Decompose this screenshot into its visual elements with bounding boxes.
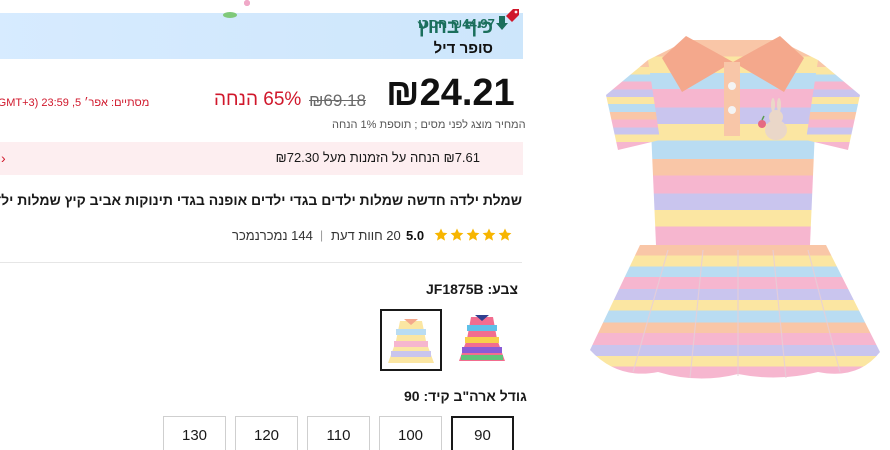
rating-score: 5.0 bbox=[406, 228, 425, 243]
product-page: כיף בחוץ סופר דיל ₪44.97 חסכו ₪24.21 ₪69… bbox=[0, 0, 890, 450]
star-icon bbox=[434, 228, 448, 241]
leaf-icon bbox=[223, 12, 237, 18]
star-icon bbox=[482, 228, 496, 241]
current-price: ₪24.21 bbox=[386, 72, 515, 114]
star-icon bbox=[466, 228, 480, 241]
discount-label: 65% הנחה bbox=[214, 89, 302, 110]
original-price: ₪69.18 bbox=[309, 91, 366, 110]
product-title: שמלת ילדה חדשה שמלות ילדים בגדי ילדים או… bbox=[0, 192, 522, 208]
size-option-100[interactable]: 100 bbox=[379, 416, 442, 450]
size-option-110[interactable]: 110 bbox=[307, 416, 370, 450]
coupon-text: ₪7.61 הנחה על הזמנות מעל ₪72.30 bbox=[275, 150, 480, 165]
chevron-left-icon[interactable]: ‹ bbox=[1, 150, 6, 166]
size-label: גודל ארה"ב קיד: 90 bbox=[404, 388, 527, 404]
reviews-link[interactable]: 20 חוות דעת bbox=[331, 228, 401, 243]
size-option-130[interactable]: 130 bbox=[163, 416, 226, 450]
coupon-bar[interactable]: ₪7.61 הנחה על הזמנות מעל ₪72.30 ‹ bbox=[0, 142, 523, 175]
rating-stars[interactable] bbox=[434, 228, 512, 242]
deal-timer: מסתיים: אפר׳ 5, 23:59 (GMT+3) bbox=[0, 97, 150, 109]
tag-icon bbox=[506, 9, 519, 22]
banner-subtitle: סופר דיל bbox=[433, 40, 493, 57]
color-swatch-option[interactable] bbox=[453, 309, 515, 371]
sparkle-icon bbox=[244, 0, 250, 6]
size-option-90[interactable]: 90 bbox=[451, 416, 514, 450]
star-icon bbox=[450, 228, 464, 241]
rating-separator: | bbox=[320, 228, 324, 242]
color-swatch-selected[interactable] bbox=[380, 309, 442, 371]
size-option-120[interactable]: 120 bbox=[235, 416, 298, 450]
price-note: המחיר מוצג לפני מסים ; תוספת 1% הנחה bbox=[332, 119, 526, 131]
divider bbox=[0, 262, 522, 263]
color-label: צבע: JF1875B bbox=[426, 281, 519, 297]
sold-count: 144 נמכרנמכר bbox=[232, 228, 313, 243]
star-icon bbox=[498, 228, 512, 241]
product-main-image[interactable] bbox=[578, 0, 890, 450]
banner-savings: ₪44.97 חסכו bbox=[418, 16, 495, 31]
